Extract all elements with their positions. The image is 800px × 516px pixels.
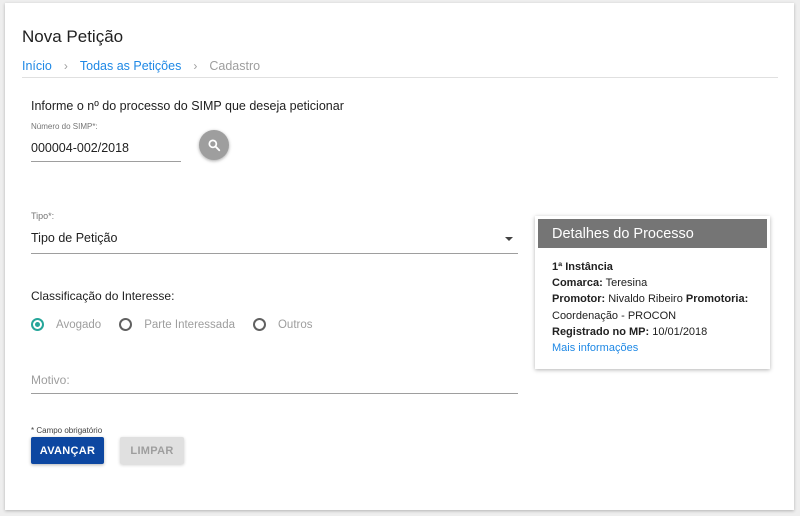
search-button[interactable] (199, 130, 229, 160)
process-details-title: Detalhes do Processo (538, 219, 767, 248)
clear-button[interactable]: LIMPAR (120, 437, 184, 464)
chevron-right-icon: › (193, 59, 198, 73)
instancia-value: 1ª Instância (552, 261, 613, 273)
comarca-label: Comarca: (552, 277, 603, 290)
radio-checked-icon (31, 318, 44, 331)
classificacao-label: Classificação do Interesse: (31, 289, 175, 303)
simp-number-label: Número do SIMP*: (31, 122, 98, 131)
search-icon (208, 139, 221, 152)
process-details-body: 1ª Instância Comarca: Teresina Promotor:… (552, 259, 748, 356)
divider (22, 77, 778, 78)
radio-unchecked-icon (119, 318, 133, 331)
radio-parte-interessada[interactable]: Parte Interessada (119, 318, 235, 331)
tipo-select[interactable]: Tipo de Petição (31, 225, 518, 254)
breadcrumb: Início › Todas as Petições › Cadastro (22, 59, 260, 73)
registrado-label: Registrado no MP: (552, 325, 650, 338)
promotor-label: Promotor: (552, 293, 606, 306)
classificacao-radio-group: Avogado Parte Interessada Outros (31, 318, 331, 331)
more-info-link[interactable]: Mais informações (552, 342, 638, 354)
radio-unchecked-icon (252, 318, 266, 331)
main-card: Nova Petição Início › Todas as Petições … (5, 3, 794, 510)
tipo-label: Tipo*: (31, 211, 55, 221)
chevron-right-icon: › (63, 59, 68, 73)
promotor-value: Nivaldo Ribeiro (608, 293, 683, 306)
breadcrumb-todas-peticoes[interactable]: Todas as Petições (80, 59, 181, 73)
simp-number-input[interactable] (31, 135, 181, 162)
breadcrumb-inicio[interactable]: Início (22, 59, 52, 73)
page-title: Nova Petição (22, 27, 124, 46)
radio-label-avogado: Avogado (56, 318, 102, 331)
required-field-note: * Campo obrigatório (31, 426, 103, 435)
radio-label-parte-interessada: Parte Interessada (144, 318, 235, 331)
process-details-card: Detalhes do Processo 1ª Instância Comarc… (535, 216, 770, 369)
promotoria-label: Promotoria: (685, 293, 749, 306)
simp-instructions: Informe o nº do processo do SIMP que des… (31, 99, 344, 113)
advance-button[interactable]: AVANÇAR (31, 437, 104, 464)
tipo-select-value: Tipo de Petição (31, 231, 118, 245)
registrado-value: 10/01/2018 (652, 325, 708, 338)
caret-down-icon (505, 237, 513, 241)
promotoria-value: Coordenação - PROCON (552, 309, 677, 322)
comarca-value: Teresina (605, 277, 648, 290)
radio-outros[interactable]: Outros (252, 318, 313, 331)
radio-avogado[interactable]: Avogado (31, 318, 101, 331)
radio-label-outros: Outros (277, 318, 313, 331)
motivo-input[interactable] (31, 367, 518, 394)
breadcrumb-cadastro: Cadastro (209, 59, 261, 73)
